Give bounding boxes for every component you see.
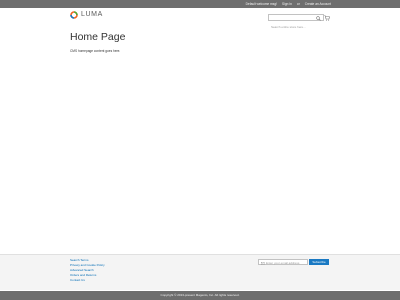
footer-link-contact-us[interactable]: Contact Us [70,278,105,283]
footer-links: Search Terms Privacy and Cookie Policy A… [70,258,105,283]
search-box[interactable] [268,14,324,30]
sign-in-link[interactable]: Sign In [282,1,292,7]
newsletter-email-input[interactable] [266,260,308,265]
search-input[interactable] [269,24,315,30]
luma-logo[interactable]: LUMA [70,11,103,19]
subscribe-button[interactable]: Subscribe [309,259,329,265]
cart-icon[interactable] [324,15,330,21]
page-title: Home Page [70,31,126,43]
newsletter-field[interactable] [258,259,308,265]
page-content: CMS homepage content goes here. [70,49,121,53]
envelope-icon [261,261,265,265]
newsletter-form: Subscribe [258,259,329,265]
search-icon[interactable] [316,16,321,21]
welcome-message: Default welcome msg! [245,2,277,6]
top-bar: Default welcome msg! Sign In or Create a… [0,0,400,8]
copyright-bar: Copyright © 2013-present Magento, Inc. A… [0,291,400,300]
or-separator: or [296,2,300,6]
logo-icon [70,11,78,19]
footer: Search Terms Privacy and Cookie Policy A… [0,254,400,290]
create-account-link[interactable]: Create an Account [305,1,331,7]
logo-text: LUMA [81,11,103,18]
header-links: Default welcome msg! Sign In or Create a… [246,1,331,7]
